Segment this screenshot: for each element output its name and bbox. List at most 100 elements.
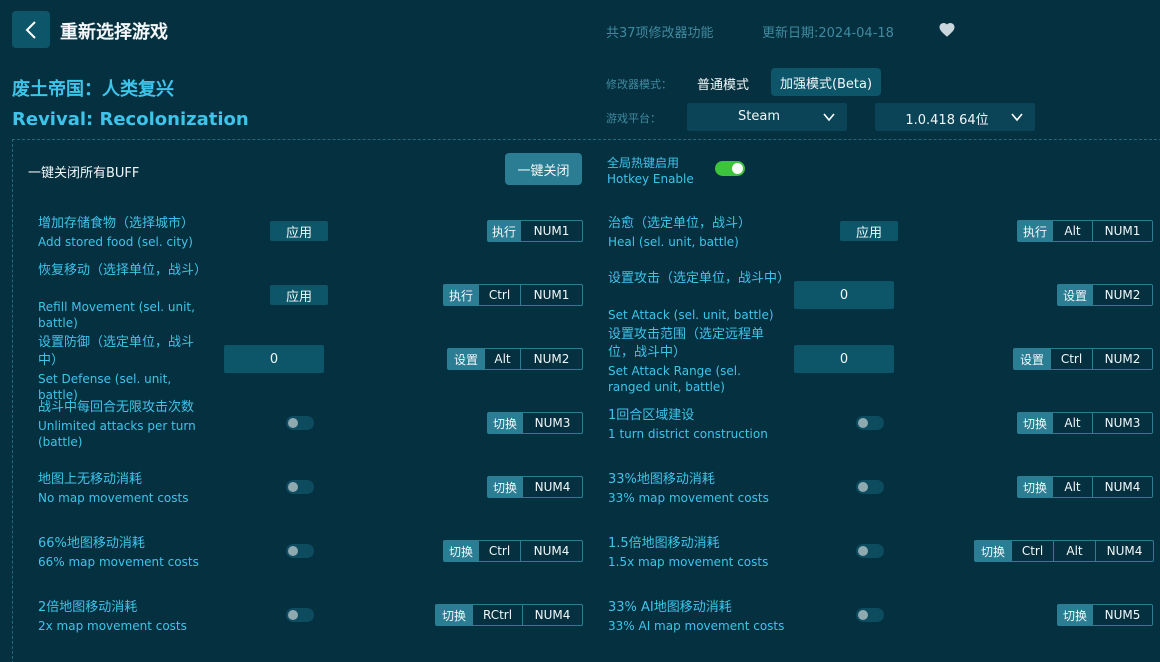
hotkey-key: NUM4: [1092, 477, 1152, 497]
page-title[interactable]: 重新选择游戏: [60, 18, 168, 44]
chevron-down-icon: [823, 113, 835, 122]
hotkey-action: 切换: [436, 605, 472, 625]
hotkey-button[interactable]: 切换 NUM5: [1057, 604, 1153, 626]
update-date: 更新日期:2024-04-18: [762, 26, 894, 41]
hotkey-button[interactable]: 切换 Ctrl NUM4: [443, 540, 583, 562]
feature-sublabel: Heal (sel. unit, battle): [608, 235, 739, 249]
movement-cost-33-toggle[interactable]: [856, 480, 884, 494]
feature-label: 地图上无移动消耗: [38, 472, 143, 487]
hotkey-button[interactable]: 切换 RCtrl NUM4: [435, 604, 583, 626]
hotkey-action: 切换: [488, 413, 522, 433]
version-value: 1.0.418 64位: [905, 113, 989, 128]
hotkey-key: NUM1: [1092, 221, 1152, 241]
movement-cost-2x-toggle[interactable]: [286, 608, 314, 622]
hotkey-key: NUM4: [522, 477, 582, 497]
hotkey-key: NUM2: [1092, 349, 1152, 369]
normal-mode-button[interactable]: 普通模式: [697, 74, 749, 93]
hotkey-action: 执行: [488, 221, 520, 241]
hotkey-key: Alt: [1052, 413, 1092, 433]
hotkey-action: 执行: [444, 285, 478, 305]
feature-sublabel: Set Attack Range (sel. ranged unit, batt…: [608, 364, 741, 394]
feature-sublabel: Refill Movement (sel. unit, battle): [38, 300, 195, 330]
game-title-en: Revival: Recolonization: [12, 109, 249, 130]
movement-cost-66-toggle[interactable]: [286, 544, 314, 558]
feature-label: 战斗中每回合无限攻击次数: [38, 400, 195, 415]
platform-label: 游戏平台：: [606, 112, 661, 125]
hotkey-key: Alt: [1052, 221, 1092, 241]
hotkey-action: 切换: [975, 541, 1011, 561]
heart-icon[interactable]: [938, 21, 956, 39]
hotkey-key: NUM4: [522, 605, 582, 625]
hotkey-key: NUM2: [1092, 285, 1152, 305]
back-button[interactable]: [12, 11, 50, 48]
feature-label: 设置防御（选定单位，战斗中）: [38, 335, 195, 368]
beta-mode-button[interactable]: 加强模式(Beta): [771, 68, 881, 96]
hotkey-key: RCtrl: [472, 605, 522, 625]
game-title-cn: 废土帝国：人类复兴: [12, 79, 174, 100]
feature-sublabel: 1 turn district construction: [608, 427, 768, 441]
hotkey-button[interactable]: 执行 Alt NUM1: [1017, 220, 1153, 242]
buff-off-label: 一键关闭所有BUFF: [28, 166, 140, 181]
feature-label: 1.5倍地图移动消耗: [608, 536, 720, 551]
feature-label: 治愈（选定单位，战斗）: [608, 216, 752, 231]
attack-value-input[interactable]: [794, 281, 894, 309]
hotkey-button[interactable]: 设置 Ctrl NUM2: [1013, 348, 1153, 370]
hotkey-enable-toggle[interactable]: [715, 161, 745, 176]
hotkey-key: NUM4: [1095, 541, 1153, 561]
hotkey-action: 设置: [448, 349, 484, 369]
hotkey-key: NUM3: [522, 413, 582, 433]
feature-sublabel: Add stored food (sel. city): [38, 235, 193, 249]
movement-cost-1-5x-toggle[interactable]: [856, 544, 884, 558]
unlimited-attacks-toggle[interactable]: [286, 416, 314, 430]
apply-button[interactable]: 应用: [270, 221, 328, 241]
hotkey-button[interactable]: 切换 Alt NUM3: [1017, 412, 1153, 434]
feature-sublabel: 2x map movement costs: [38, 619, 187, 633]
feature-sublabel: 33% AI map movement costs: [608, 619, 785, 633]
hotkey-action: 切换: [1018, 413, 1052, 433]
hotkey-key: Ctrl: [1011, 541, 1053, 561]
ai-movement-cost-33-toggle[interactable]: [856, 608, 884, 622]
hotkey-button[interactable]: 设置 Alt NUM2: [447, 348, 583, 370]
feature-sublabel: Unlimited attacks per turn (battle): [38, 419, 196, 449]
apply-button[interactable]: 应用: [270, 285, 328, 305]
hotkey-button[interactable]: 切换 NUM3: [487, 412, 583, 434]
hotkey-key: Ctrl: [1050, 349, 1092, 369]
defense-value-input[interactable]: [224, 345, 324, 373]
hotkey-key: NUM1: [520, 285, 582, 305]
hotkey-action: 设置: [1014, 349, 1050, 369]
attack-range-value-input[interactable]: [794, 345, 894, 373]
hotkey-button[interactable]: 切换 Ctrl Alt NUM4: [974, 540, 1154, 562]
chevron-down-icon: [1011, 113, 1023, 122]
hotkey-action: 切换: [1018, 477, 1052, 497]
feature-label: 66%地图移动消耗: [38, 536, 145, 551]
hotkey-key: Ctrl: [478, 285, 520, 305]
hotkey-action: 切换: [1058, 605, 1092, 625]
buff-off-button[interactable]: 一键关闭: [505, 153, 582, 185]
feature-label: 1回合区域建设: [608, 408, 695, 423]
hotkey-key: Alt: [1052, 477, 1092, 497]
hotkey-button[interactable]: 执行 NUM1: [487, 220, 583, 242]
feature-label: 33% AI地图移动消耗: [608, 600, 732, 615]
feature-label: 恢复移动（选择单位，战斗）: [38, 263, 208, 278]
no-movement-cost-toggle[interactable]: [286, 480, 314, 494]
hotkey-key: Alt: [484, 349, 520, 369]
hotkey-enable-sublabel: Hotkey Enable: [607, 172, 694, 186]
platform-dropdown[interactable]: Steam: [687, 103, 847, 131]
apply-button[interactable]: 应用: [840, 221, 898, 241]
hotkey-key: NUM3: [1092, 413, 1152, 433]
feature-sublabel: 66% map movement costs: [38, 555, 199, 569]
feature-sublabel: No map movement costs: [38, 491, 189, 505]
hotkey-key: Alt: [1053, 541, 1095, 561]
version-dropdown[interactable]: 1.0.418 64位: [875, 103, 1035, 131]
hotkey-key: NUM1: [520, 221, 582, 241]
hotkey-button[interactable]: 设置 NUM2: [1057, 284, 1153, 306]
feature-sublabel: 33% map movement costs: [608, 491, 769, 505]
feature-label: 33%地图移动消耗: [608, 472, 715, 487]
district-construction-toggle[interactable]: [856, 416, 884, 430]
hotkey-key: NUM2: [520, 349, 582, 369]
hotkey-button[interactable]: 切换 Alt NUM4: [1017, 476, 1153, 498]
hotkey-button[interactable]: 切换 NUM4: [487, 476, 583, 498]
hotkey-button[interactable]: 执行 Ctrl NUM1: [443, 284, 583, 306]
hotkey-action: 设置: [1058, 285, 1092, 305]
feature-label: 设置攻击（选定单位，战斗中）: [608, 271, 791, 286]
